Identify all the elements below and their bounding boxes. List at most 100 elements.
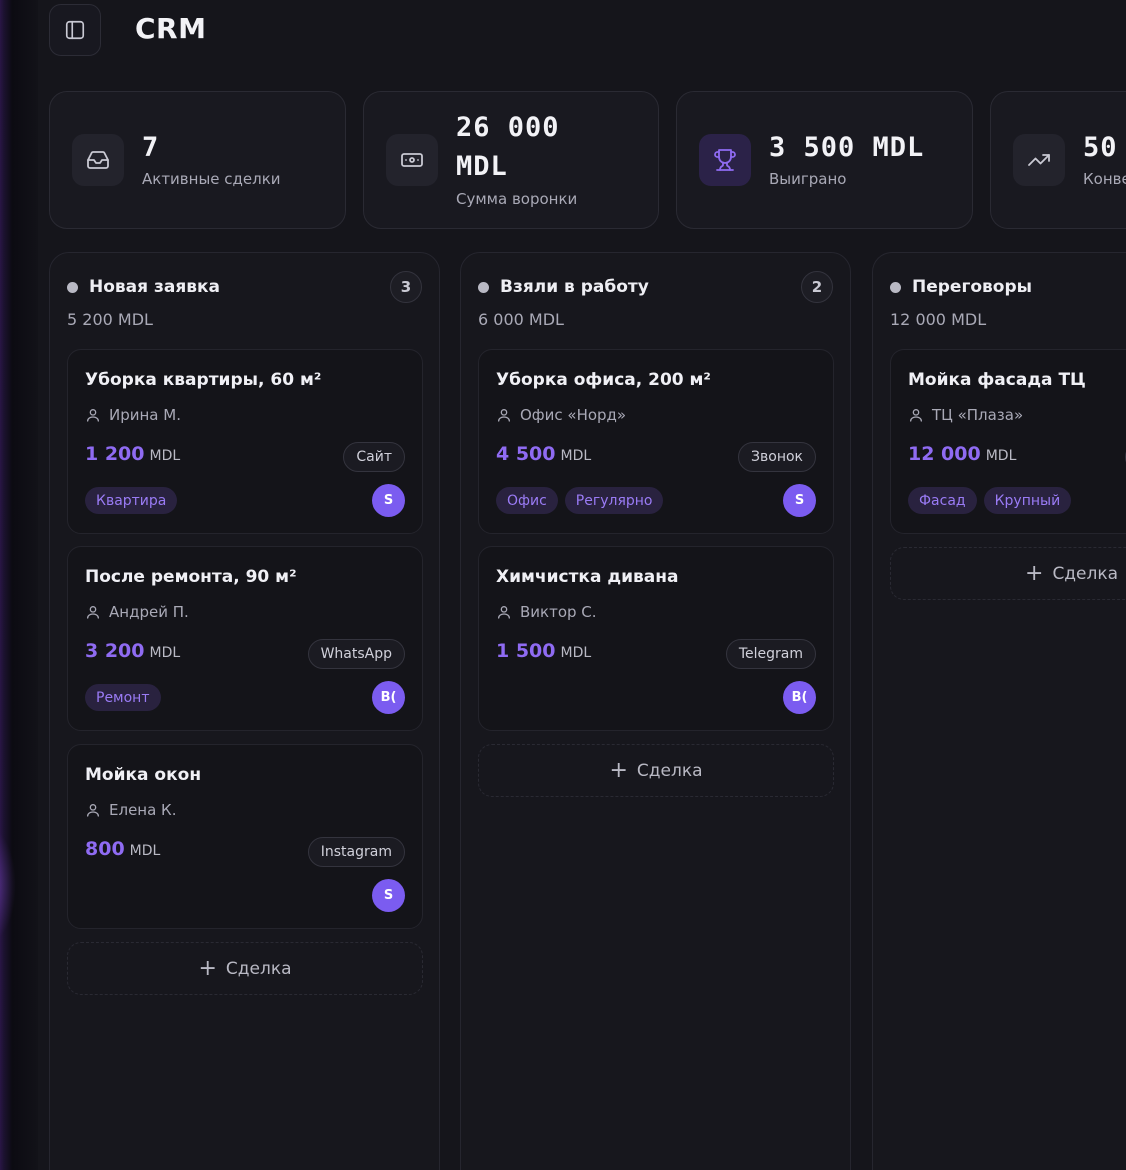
tag: Крупный <box>983 487 1072 514</box>
add-deal-button[interactable]: + Сделка <box>478 744 834 797</box>
stat-label: Выиграно <box>769 170 847 188</box>
avatar[interactable]: В( <box>372 681 405 714</box>
price-amount: 4 500 <box>496 443 556 465</box>
deal-card[interactable]: Мойка окон Елена К. 800 MDL Instagram S <box>67 744 423 929</box>
stat-value-line2: MDL <box>456 151 508 182</box>
stat-value-line1: 26 000 <box>456 112 560 143</box>
tag: Фасад <box>908 487 977 514</box>
deal-card[interactable]: Мойка фасада ТЦ ТЦ «Плаза» 12 000 MDL Ре… <box>890 349 1126 534</box>
main-area: CRM 7 Активные сделки 26 000 MDL Сумма в… <box>38 0 1126 1170</box>
trending-up-icon <box>1028 154 1050 166</box>
stat-value: 7 <box>142 132 160 163</box>
tag: Ремонт <box>85 684 161 711</box>
client-name: Виктор С. <box>520 603 597 621</box>
stat-card-won: 3 500 MDL Выиграно <box>676 91 973 229</box>
tag-list: Ремонт <box>85 684 161 711</box>
kanban-column-new: Новая заявка 3 5 200 MDL Уборка квартиры… <box>49 252 440 1170</box>
page-title: CRM <box>135 12 207 45</box>
price-amount: 800 <box>85 838 125 860</box>
price-amount: 1 200 <box>85 443 145 465</box>
stat-label: Конве <box>1083 170 1126 188</box>
user-icon <box>498 409 510 422</box>
client-name: Ирина М. <box>109 406 181 424</box>
tag-list: Квартира <box>85 487 178 514</box>
avatar[interactable]: S <box>372 484 405 517</box>
column-sum: 5 200 MDL <box>67 310 153 329</box>
column-sum: 6 000 MDL <box>478 310 564 329</box>
column-status-dot <box>67 282 78 293</box>
panel-left-icon <box>65 20 85 40</box>
tag: Офис <box>496 487 558 514</box>
deal-price: 12 000 MDL <box>908 443 1016 465</box>
deal-price: 1 500 MDL <box>496 640 591 662</box>
deal-price: 3 200 MDL <box>85 640 180 662</box>
deal-client: Виктор С. <box>496 603 597 621</box>
add-deal-button[interactable]: + Сделка <box>890 547 1126 600</box>
deal-title: Уборка квартиры, 60 м² <box>85 370 322 390</box>
source-badge: Сайт <box>343 442 405 472</box>
price-amount: 12 000 <box>908 443 981 465</box>
deal-client: ТЦ «Плаза» <box>908 406 1023 424</box>
deal-price: 4 500 MDL <box>496 443 591 465</box>
price-currency: MDL <box>149 448 181 464</box>
deal-title: Мойка окон <box>85 765 202 785</box>
deal-price: 1 200 MDL <box>85 443 180 465</box>
deal-title: Мойка фасада ТЦ <box>908 370 1086 390</box>
stat-card-pipeline-sum: 26 000 MDL Сумма воронки <box>363 91 659 229</box>
plus-icon: + <box>198 955 217 981</box>
price-currency: MDL <box>149 645 181 661</box>
deal-card[interactable]: Химчистка дивана Виктор С. 1 500 MDL Tel… <box>478 546 834 731</box>
sidebar-glow <box>0 830 16 940</box>
sidebar-toggle-button[interactable] <box>49 4 101 56</box>
column-count-badge: 2 <box>801 271 833 303</box>
banknote-icon <box>401 153 423 167</box>
user-icon <box>498 606 510 619</box>
price-currency: MDL <box>129 843 161 859</box>
deal-card[interactable]: Уборка офиса, 200 м² Офис «Норд» 4 500 M… <box>478 349 834 534</box>
stat-icon-wrap <box>72 134 124 186</box>
price-currency: MDL <box>560 645 592 661</box>
add-deal-button[interactable]: + Сделка <box>67 942 423 995</box>
avatar[interactable]: S <box>372 879 405 912</box>
deal-price: 800 MDL <box>85 838 160 860</box>
deal-title: Химчистка дивана <box>496 567 679 587</box>
avatar[interactable]: S <box>783 484 816 517</box>
source-badge: Instagram <box>307 837 405 867</box>
client-name: Офис «Норд» <box>520 406 627 424</box>
add-deal-label: Сделка <box>636 760 703 781</box>
stat-label: Активные сделки <box>142 170 281 188</box>
column-sum: 12 000 MDL <box>890 310 987 329</box>
source-badge: WhatsApp <box>307 639 405 669</box>
price-currency: MDL <box>560 448 592 464</box>
user-icon <box>910 409 922 422</box>
deal-client: Андрей П. <box>85 603 189 621</box>
sidebar-edge <box>0 0 38 1170</box>
user-icon <box>87 409 99 422</box>
deal-title: Уборка офиса, 200 м² <box>496 370 711 390</box>
stat-card-conversion: 50 Конве <box>990 91 1126 229</box>
stat-value: 50 <box>1083 132 1118 163</box>
deal-card[interactable]: После ремонта, 90 м² Андрей П. 3 200 MDL… <box>67 546 423 731</box>
stat-label: Сумма воронки <box>456 190 578 208</box>
tag-list: Офис Регулярно <box>496 487 664 514</box>
tag-list: Фасад Крупный <box>908 487 1072 514</box>
kanban-column-negotiation: Переговоры 12 000 MDL Мойка фасада ТЦ ТЦ… <box>872 252 1126 1170</box>
deal-card[interactable]: Уборка квартиры, 60 м² Ирина М. 1 200 MD… <box>67 349 423 534</box>
deal-client: Елена К. <box>85 801 176 819</box>
source-badge: Telegram <box>725 639 816 669</box>
column-title: Новая заявка <box>89 277 221 297</box>
trophy-icon <box>714 149 736 171</box>
avatar[interactable]: В( <box>783 681 816 714</box>
column-count-badge: 3 <box>390 271 422 303</box>
tag: Регулярно <box>564 487 664 514</box>
column-title: Переговоры <box>912 277 1032 297</box>
client-name: Елена К. <box>109 801 177 819</box>
inbox-icon <box>87 151 109 169</box>
stat-icon-wrap <box>1013 134 1065 186</box>
price-amount: 3 200 <box>85 640 145 662</box>
tag: Квартира <box>85 487 178 514</box>
price-amount: 1 500 <box>496 640 556 662</box>
user-icon <box>87 606 99 619</box>
plus-icon: + <box>1025 560 1044 586</box>
column-status-dot <box>478 282 489 293</box>
